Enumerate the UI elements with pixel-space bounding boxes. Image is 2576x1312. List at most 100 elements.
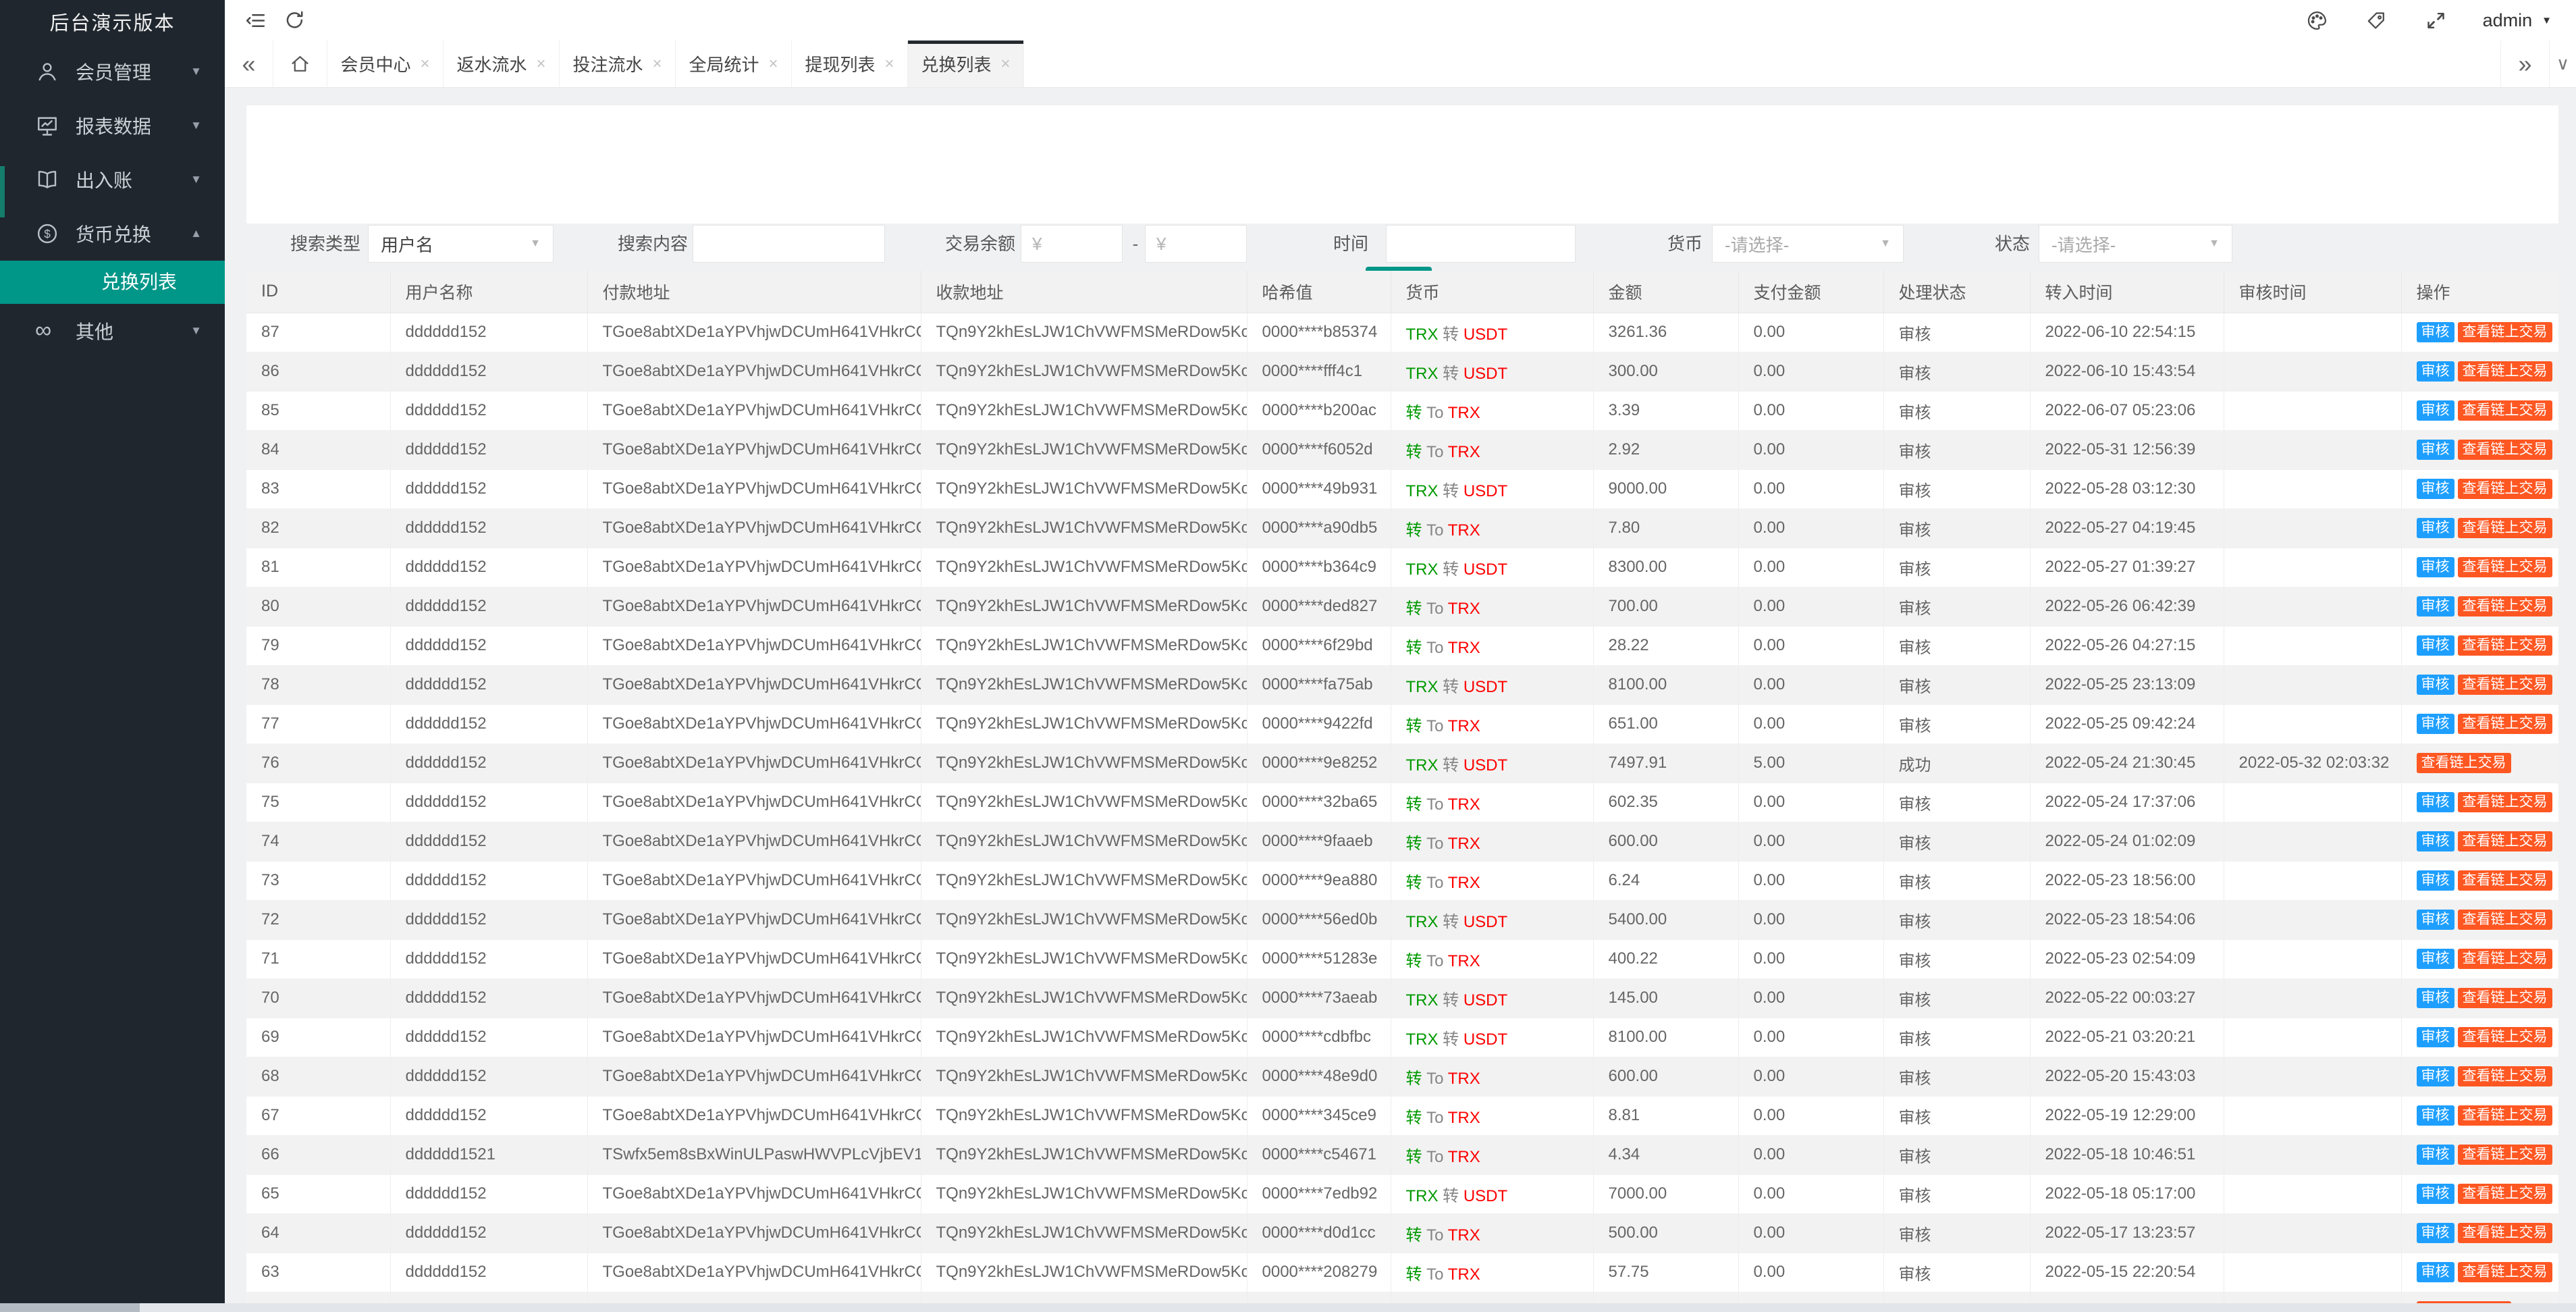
view-chain-button[interactable]: 查看链上交易 bbox=[2458, 870, 2552, 891]
cell-pay_address: TGoe8abtXDe1aYPVhjwDCUmH641VHkrCCX bbox=[587, 469, 921, 508]
audit-button[interactable]: 审核 bbox=[2417, 1105, 2454, 1126]
view-chain-button[interactable]: 查看链上交易 bbox=[2458, 1262, 2552, 1282]
audit-button[interactable]: 审核 bbox=[2417, 1184, 2454, 1204]
refresh-button[interactable] bbox=[275, 0, 314, 41]
horizontal-scrollbar[interactable] bbox=[0, 1303, 2576, 1312]
audit-button[interactable]: 审核 bbox=[2417, 596, 2454, 616]
tab-全局统计[interactable]: 全局统计× bbox=[676, 41, 792, 87]
view-chain-button[interactable]: 查看链上交易 bbox=[2458, 557, 2552, 577]
audit-button[interactable]: 审核 bbox=[2417, 988, 2454, 1008]
search-type-select[interactable]: 用户名 ▼ bbox=[368, 225, 554, 263]
horizontal-scrollbar-thumb[interactable] bbox=[0, 1303, 140, 1312]
cell-amount: 9000.00 bbox=[1593, 469, 1738, 508]
audit-button[interactable]: 审核 bbox=[2417, 792, 2454, 812]
view-chain-button[interactable]: 查看链上交易 bbox=[2458, 518, 2552, 538]
audit-button[interactable]: 审核 bbox=[2417, 440, 2454, 460]
balance-min-input[interactable] bbox=[1021, 226, 1122, 262]
close-icon[interactable]: × bbox=[537, 55, 546, 74]
sidebar-item-其他[interactable]: ∞其他▼ bbox=[0, 304, 225, 358]
currency-arrow: To bbox=[1422, 1148, 1448, 1166]
view-chain-button[interactable]: 查看链上交易 bbox=[2458, 400, 2552, 421]
view-chain-button[interactable]: 查看链上交易 bbox=[2458, 675, 2552, 695]
view-chain-button[interactable]: 查看链上交易 bbox=[2458, 322, 2552, 342]
view-chain-button[interactable]: 查看链上交易 bbox=[2458, 988, 2552, 1008]
search-content-input[interactable] bbox=[693, 226, 884, 262]
view-chain-button[interactable]: 查看链上交易 bbox=[2458, 1145, 2552, 1165]
currency-to: TRX bbox=[1448, 1109, 1480, 1127]
audit-button[interactable]: 审核 bbox=[2417, 322, 2454, 342]
collapse-sidebar-button[interactable] bbox=[236, 0, 275, 41]
audit-button[interactable]: 审核 bbox=[2417, 1262, 2454, 1282]
view-chain-button[interactable]: 查看链上交易 bbox=[2458, 361, 2552, 382]
tab-会员中心[interactable]: 会员中心× bbox=[327, 41, 444, 87]
table-row: 66dddddd1521TSwfx5em8sBxWinULPaswHWVPLcV… bbox=[246, 1135, 2558, 1174]
audit-button[interactable]: 审核 bbox=[2417, 557, 2454, 577]
balance-max-input[interactable] bbox=[1146, 226, 1246, 262]
view-chain-button[interactable]: 查看链上交易 bbox=[2458, 596, 2552, 616]
user-menu[interactable]: admin ▼ bbox=[2476, 10, 2552, 31]
cell-pay_address: TGoe8abtXDe1aYPVhjwDCUmH641VHkrCCX bbox=[587, 548, 921, 587]
audit-button[interactable]: 审核 bbox=[2417, 635, 2454, 656]
cell-id: 84 bbox=[246, 430, 390, 469]
view-chain-button[interactable]: 查看链上交易 bbox=[2417, 753, 2511, 773]
sidebar-subitem-兑换列表[interactable]: 兑换列表 bbox=[0, 261, 225, 304]
tab-返水流水[interactable]: 返水流水× bbox=[444, 41, 560, 87]
view-chain-button[interactable]: 查看链上交易 bbox=[2458, 440, 2552, 460]
view-chain-button[interactable]: 查看链上交易 bbox=[2458, 479, 2552, 499]
audit-button[interactable]: 审核 bbox=[2417, 1066, 2454, 1086]
time-input[interactable] bbox=[1387, 226, 1575, 262]
cell-id: 85 bbox=[246, 391, 390, 430]
sidebar-scroll-thumb[interactable] bbox=[0, 166, 5, 217]
view-chain-button[interactable]: 查看链上交易 bbox=[2458, 1105, 2552, 1126]
close-icon[interactable]: × bbox=[769, 55, 778, 74]
fullscreen-button[interactable] bbox=[2417, 0, 2456, 41]
close-icon[interactable]: × bbox=[1001, 55, 1011, 74]
audit-button[interactable]: 审核 bbox=[2417, 870, 2454, 891]
sidebar-item-货币兑换[interactable]: $货币兑换▲ bbox=[0, 207, 225, 261]
status-select[interactable]: -请选择- ▼ bbox=[2039, 225, 2232, 263]
tab-提现列表[interactable]: 提现列表× bbox=[792, 41, 908, 87]
tabs-scroll-right-button[interactable]: » bbox=[2500, 41, 2549, 87]
close-icon[interactable]: × bbox=[653, 55, 662, 74]
view-chain-button[interactable]: 查看链上交易 bbox=[2458, 1066, 2552, 1086]
sidebar-item-报表数据[interactable]: 报表数据▼ bbox=[0, 99, 225, 153]
tab-投注流水[interactable]: 投注流水× bbox=[560, 41, 676, 87]
view-chain-button[interactable]: 查看链上交易 bbox=[2458, 910, 2552, 930]
close-icon[interactable]: × bbox=[885, 55, 894, 74]
audit-button[interactable]: 审核 bbox=[2417, 910, 2454, 930]
home-tab-button[interactable] bbox=[273, 41, 327, 87]
sidebar-item-出入账[interactable]: 出入账▼ bbox=[0, 153, 225, 207]
sidebar-item-会员管理[interactable]: 会员管理▼ bbox=[0, 45, 225, 99]
view-chain-button[interactable]: 查看链上交易 bbox=[2458, 1223, 2552, 1243]
cell-recv_address: TQn9Y2khEsLJW1ChVWFMSMeRDow5Kc... bbox=[921, 1253, 1247, 1292]
audit-button[interactable]: 审核 bbox=[2417, 1145, 2454, 1165]
view-chain-button[interactable]: 查看链上交易 bbox=[2458, 1184, 2552, 1204]
tabs-scroll-left-button[interactable]: « bbox=[225, 41, 273, 87]
audit-button[interactable]: 审核 bbox=[2417, 831, 2454, 851]
currency-select[interactable]: -请选择- ▼ bbox=[1712, 225, 1904, 263]
audit-button[interactable]: 审核 bbox=[2417, 479, 2454, 499]
view-chain-button[interactable]: 查看链上交易 bbox=[2458, 1027, 2552, 1047]
audit-button[interactable]: 审核 bbox=[2417, 400, 2454, 421]
view-chain-button[interactable]: 查看链上交易 bbox=[2458, 714, 2552, 734]
tag-button[interactable] bbox=[2357, 0, 2396, 41]
view-chain-button[interactable]: 查看链上交易 bbox=[2458, 831, 2552, 851]
audit-button[interactable]: 审核 bbox=[2417, 675, 2454, 695]
audit-button[interactable]: 审核 bbox=[2417, 1027, 2454, 1047]
close-icon[interactable]: × bbox=[421, 55, 430, 74]
audit-button[interactable]: 审核 bbox=[2417, 518, 2454, 538]
audit-button[interactable]: 审核 bbox=[2417, 714, 2454, 734]
view-chain-button[interactable]: 查看链上交易 bbox=[2458, 949, 2552, 969]
sidebar: 后台演示版本 会员管理▼报表数据▼出入账▼$货币兑换▲兑换列表∞其他▼ bbox=[0, 0, 225, 1312]
tabs-dropdown-button[interactable]: ∨ bbox=[2549, 41, 2576, 87]
tab-兑换列表[interactable]: 兑换列表× bbox=[908, 41, 1024, 87]
audit-button[interactable]: 审核 bbox=[2417, 1223, 2454, 1243]
theme-button[interactable] bbox=[2298, 0, 2337, 41]
table-row: 67dddddd152TGoe8abtXDe1aYPVhjwDCUmH641VH… bbox=[246, 1096, 2558, 1135]
view-chain-button[interactable]: 查看链上交易 bbox=[2458, 792, 2552, 812]
cell-recv_address: TQn9Y2khEsLJW1ChVWFMSMeRDow5Kc... bbox=[921, 978, 1247, 1018]
audit-button[interactable]: 审核 bbox=[2417, 949, 2454, 969]
cell-recv_address: TQn9Y2khEsLJW1ChVWFMSMeRDow5Kc... bbox=[921, 704, 1247, 743]
audit-button[interactable]: 审核 bbox=[2417, 361, 2454, 382]
view-chain-button[interactable]: 查看链上交易 bbox=[2458, 635, 2552, 656]
